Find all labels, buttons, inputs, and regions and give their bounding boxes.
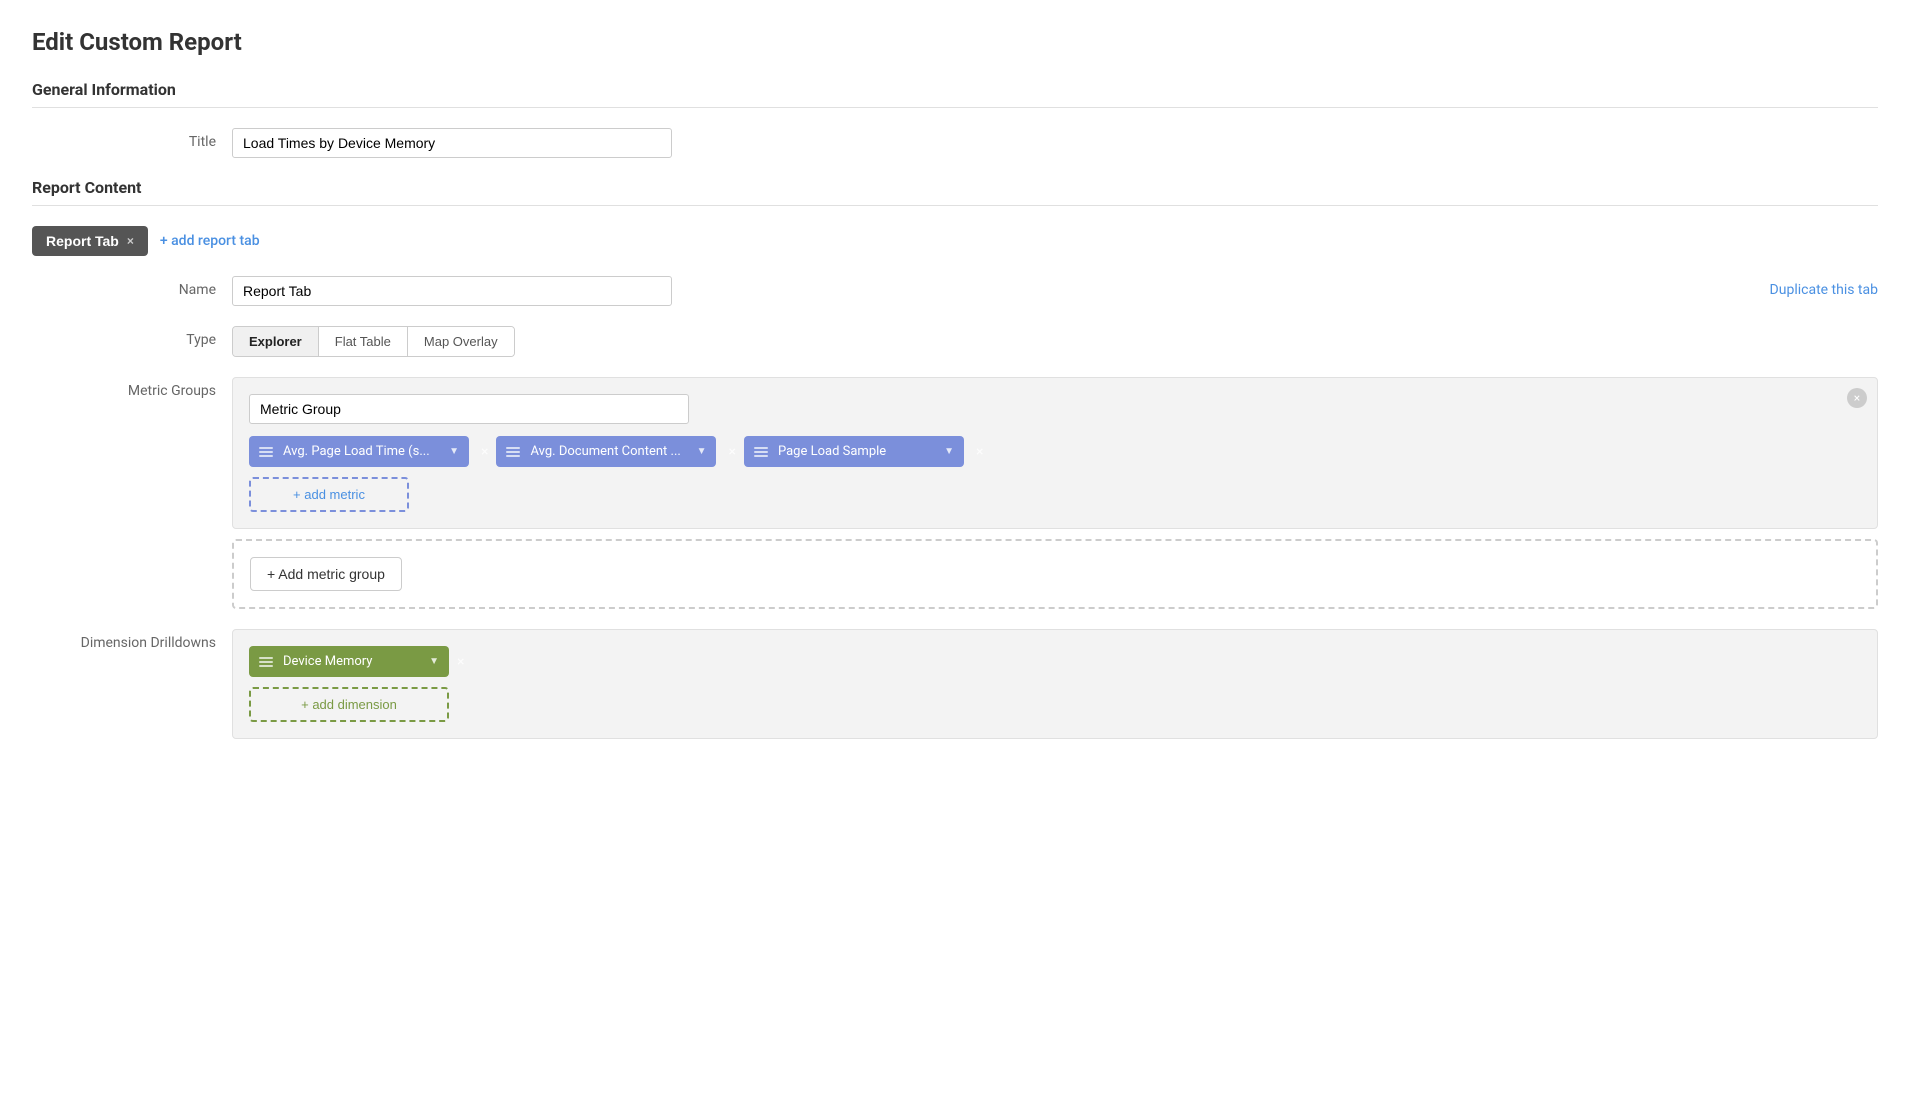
add-metric-group-box: + Add metric group [232,539,1878,609]
drag-line-2 [506,451,520,453]
report-content-divider [32,205,1878,206]
metric-3-dropdown-icon[interactable]: ▼ [944,446,954,457]
dimension-drilldowns-row: Dimension Drilldowns Device Memory ▼ × [32,629,1878,739]
active-tab-label: Report Tab [46,233,119,249]
metric-1-close-icon[interactable]: × [481,444,488,460]
dimension-area: Device Memory ▼ × + add dimension [232,629,1878,739]
metric-3-drag-handle[interactable] [754,447,772,457]
general-divider [32,107,1878,108]
metric-groups-label: Metric Groups [32,377,232,399]
dim-drag-line-2 [259,661,273,663]
metric-chip-3[interactable]: Page Load Sample ▼ [744,436,964,467]
type-label: Type [32,326,232,348]
drag-line-1 [754,447,768,449]
tabs-row: Report Tab × + add report tab [32,226,1878,256]
name-row: Name Duplicate this tab [32,276,1878,306]
drag-line-1 [259,447,273,449]
type-button-group: Explorer Flat Table Map Overlay [232,326,515,357]
metric-3-close-icon[interactable]: × [976,444,983,460]
metrics-row: Avg. Page Load Time (s... ▼ × Avg. Docum… [249,436,1861,467]
active-tab[interactable]: Report Tab × [32,226,148,256]
report-content-title: Report Content [32,178,1878,197]
drag-line-3 [259,455,273,457]
drag-line-2 [259,451,273,453]
drag-line-3 [754,455,768,457]
page-title: Edit Custom Report [32,28,1878,56]
metric-2-close-icon[interactable]: × [728,444,735,460]
title-input[interactable] [232,128,672,158]
metric-chip-1[interactable]: Avg. Page Load Time (s... ▼ [249,436,469,467]
metric-chip-2[interactable]: Avg. Document Content ... ▼ [496,436,716,467]
metric-1-drag-handle[interactable] [259,447,277,457]
metric-groups-area: × Avg. Page Load Time (s... ▼ × [232,377,1878,609]
metric-2-dropdown-icon[interactable]: ▼ [697,446,707,457]
active-tab-close[interactable]: × [127,234,134,248]
drag-line-3 [506,455,520,457]
title-content [232,128,1878,158]
dimension-drilldowns-content: Device Memory ▼ × + add dimension [232,629,1878,739]
add-dimension-button[interactable]: + add dimension [249,687,449,722]
metric-2-label: Avg. Document Content ... [530,444,690,459]
name-label: Name [32,276,232,298]
drag-line-1 [506,447,520,449]
metric-group-name-input[interactable] [249,394,689,424]
dimension-1-label: Device Memory [283,654,423,669]
metric-1-label: Avg. Page Load Time (s... [283,444,443,459]
add-metric-button[interactable]: + add metric [249,477,409,512]
general-information-title: General Information [32,80,1878,99]
dimension-drilldowns-label: Dimension Drilldowns [32,629,232,651]
type-map-overlay-button[interactable]: Map Overlay [408,327,514,356]
type-explorer-button[interactable]: Explorer [233,327,319,356]
metric-3-label: Page Load Sample [778,444,938,459]
type-row: Type Explorer Flat Table Map Overlay [32,326,1878,357]
dimension-1-drag-handle[interactable] [259,657,277,667]
title-label: Title [32,128,232,150]
tab-name-input[interactable] [232,276,672,306]
dim-drag-line-1 [259,657,273,659]
metric-groups-row: Metric Groups × Avg. Page Load [32,377,1878,609]
type-flat-table-button[interactable]: Flat Table [319,327,408,356]
metric-1-dropdown-icon[interactable]: ▼ [449,446,459,457]
dimension-chip-1[interactable]: Device Memory ▼ [249,646,449,677]
metric-group-close-button[interactable]: × [1847,388,1867,408]
dim-drag-line-3 [259,665,273,667]
metric-group-close-icon: × [1854,392,1860,404]
dimension-chips-row: Device Memory ▼ × [249,646,1861,677]
title-row: Title [32,128,1878,158]
name-content: Duplicate this tab [232,276,1878,306]
dimension-1-dropdown-icon[interactable]: ▼ [429,656,439,667]
dimension-1-close-icon[interactable]: × [457,654,464,670]
metric-group-box: × Avg. Page Load Time (s... ▼ × [232,377,1878,529]
add-metric-group-button[interactable]: + Add metric group [250,557,402,591]
metric-2-drag-handle[interactable] [506,447,524,457]
duplicate-tab-link[interactable]: Duplicate this tab [1770,276,1878,298]
add-report-tab-link[interactable]: + add report tab [160,233,260,249]
type-content: Explorer Flat Table Map Overlay [232,326,1878,357]
drag-line-2 [754,451,768,453]
